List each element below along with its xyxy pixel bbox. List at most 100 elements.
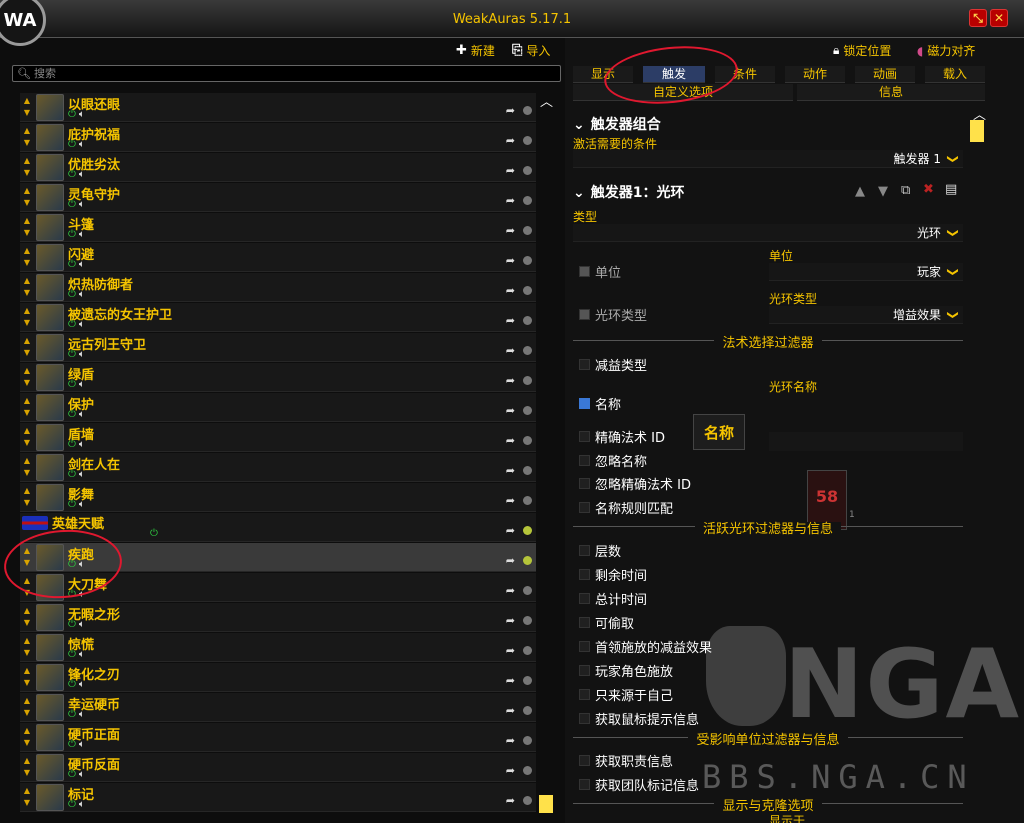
power-icon[interactable]: ⏻: [68, 799, 76, 810]
share-icon[interactable]: ➦: [506, 524, 515, 537]
tab-information[interactable]: 信息: [797, 84, 985, 101]
sound-icon[interactable]: 🔈︎: [79, 559, 85, 570]
power-icon[interactable]: ⏻: [68, 709, 76, 720]
move-down-icon[interactable]: ▼: [878, 184, 888, 199]
search-input[interactable]: [33, 67, 534, 80]
affected-option-checkbox[interactable]: [579, 755, 590, 766]
reorder-arrows-icon[interactable]: ▲ ▼: [22, 95, 32, 119]
scroll-up-icon[interactable]: ︿: [540, 91, 553, 110]
reorder-arrows-icon[interactable]: ▲ ▼: [22, 125, 32, 149]
reorder-arrows-icon[interactable]: ▲ ▼: [22, 365, 32, 389]
activation-dropdown[interactable]: 触发器 1: [573, 150, 963, 168]
name-checkbox[interactable]: [579, 398, 590, 409]
aura-row[interactable]: ▲ ▼ 庇护祝福 ⏻ 🔈︎ ➦: [20, 123, 536, 152]
visibility-icon[interactable]: [523, 406, 532, 415]
aura-row[interactable]: ▲ ▼ 被遗忘的女王护卫 ⏻ 🔈︎ ➦: [20, 303, 536, 332]
share-icon[interactable]: ➦: [506, 464, 515, 477]
reorder-arrows-icon[interactable]: ▲ ▼: [22, 665, 32, 689]
active-filter-option-checkbox[interactable]: [579, 617, 590, 628]
aura-row[interactable]: ▲ ▼ 远古列王守卫 ⏻ 🔈︎ ➦: [20, 333, 536, 362]
visibility-icon[interactable]: [523, 766, 532, 775]
tab-trigger[interactable]: 触发: [643, 66, 705, 83]
aura-row[interactable]: ▲ ▼ 锋化之刃 ⏻ 🔈︎ ➦: [20, 663, 536, 692]
visibility-icon[interactable]: [523, 706, 532, 715]
reorder-arrows-icon[interactable]: ▲ ▼: [22, 785, 32, 809]
reorder-arrows-icon[interactable]: ▲ ▼: [22, 695, 32, 719]
duplicate-icon[interactable]: ⧉: [901, 183, 910, 198]
delete-icon[interactable]: ✖: [923, 182, 934, 197]
share-icon[interactable]: ➦: [506, 554, 515, 567]
power-icon[interactable]: ⏻: [68, 649, 76, 660]
sound-icon[interactable]: 🔈︎: [79, 409, 85, 420]
share-icon[interactable]: ➦: [506, 284, 515, 297]
resize-icon[interactable]: ⤡: [969, 9, 987, 27]
sound-icon[interactable]: 🔈︎: [79, 619, 85, 630]
aura-group-row[interactable]: 英雄天赋 ⏻ ➦: [20, 513, 536, 542]
share-icon[interactable]: ➦: [506, 584, 515, 597]
power-icon[interactable]: ⏻: [68, 769, 76, 780]
visibility-icon[interactable]: [523, 556, 532, 565]
aura-row[interactable]: ▲ ▼ 闪避 ⏻ 🔈︎ ➦: [20, 243, 536, 272]
aura-row[interactable]: ▲ ▼ 硬币正面 ⏻ 🔈︎ ➦: [20, 723, 536, 752]
exact-spell-id-checkbox[interactable]: [579, 431, 590, 442]
aura-row[interactable]: ▲ ▼ 无暇之形 ⏻ 🔈︎ ➦: [20, 603, 536, 632]
reorder-arrows-icon[interactable]: ▲ ▼: [22, 755, 32, 779]
aura-row[interactable]: ▲ ▼ 标记 ⏻ 🔈︎ ➦: [20, 783, 536, 812]
sound-icon[interactable]: 🔈︎: [79, 589, 85, 600]
options-scrollbar-thumb[interactable]: [970, 120, 984, 142]
title-bar[interactable]: WA WeakAuras 5.17.1 ⤡ ✕: [0, 0, 1024, 46]
reorder-arrows-icon[interactable]: ▲ ▼: [22, 485, 32, 509]
share-icon[interactable]: ➦: [506, 734, 515, 747]
trigger1-header[interactable]: ⌄ 触发器1：光环: [573, 182, 684, 202]
aura-name-input[interactable]: [769, 432, 963, 451]
sound-icon[interactable]: 🔈︎: [79, 649, 85, 660]
power-icon[interactable]: ⏻: [68, 199, 76, 210]
power-icon[interactable]: ⏻: [150, 528, 158, 539]
aura-row[interactable]: ▲ ▼ 优胜劣汰 ⏻ 🔈︎ ➦: [20, 153, 536, 182]
share-icon[interactable]: ➦: [506, 254, 515, 267]
share-icon[interactable]: ➦: [506, 644, 515, 657]
visibility-icon[interactable]: [523, 136, 532, 145]
share-icon[interactable]: ➦: [506, 674, 515, 687]
reorder-arrows-icon[interactable]: ▲ ▼: [22, 635, 32, 659]
reorder-arrows-icon[interactable]: ▲ ▼: [22, 305, 32, 329]
share-icon[interactable]: ➦: [506, 794, 515, 807]
sound-icon[interactable]: 🔈︎: [79, 439, 85, 450]
tab-conditions[interactable]: 条件: [715, 66, 775, 83]
visibility-icon[interactable]: [523, 646, 532, 655]
list-scrollbar-thumb[interactable]: [539, 795, 553, 813]
import-button[interactable]: ⎘ 导入: [512, 42, 550, 59]
reorder-arrows-icon[interactable]: ▲ ▼: [22, 275, 32, 299]
power-icon[interactable]: ⏻: [68, 259, 76, 270]
sound-icon[interactable]: 🔈︎: [79, 229, 85, 240]
sound-icon[interactable]: 🔈︎: [79, 289, 85, 300]
active-filter-option-checkbox[interactable]: [579, 569, 590, 580]
power-icon[interactable]: ⏻: [68, 469, 76, 480]
power-icon[interactable]: ⏻: [68, 319, 76, 330]
lock-position-button[interactable]: 🔒︎ 锁定位置: [833, 42, 891, 59]
reorder-arrows-icon[interactable]: ▲ ▼: [22, 605, 32, 629]
visibility-icon[interactable]: [523, 586, 532, 595]
sound-icon[interactable]: 🔈︎: [79, 109, 85, 120]
share-icon[interactable]: ➦: [506, 134, 515, 147]
reorder-arrows-icon[interactable]: ▲ ▼: [22, 425, 32, 449]
tab-load[interactable]: 载入: [925, 66, 985, 83]
visibility-icon[interactable]: [523, 616, 532, 625]
new-aura-button[interactable]: ✚ 新建: [456, 42, 495, 59]
reorder-arrows-icon[interactable]: ▲ ▼: [22, 725, 32, 749]
aura-row[interactable]: ▲ ▼ 灵龟守护 ⏻ 🔈︎ ➦: [20, 183, 536, 212]
ignore-exact-id-checkbox[interactable]: [579, 478, 590, 489]
share-icon[interactable]: ➦: [506, 374, 515, 387]
power-icon[interactable]: ⏻: [68, 589, 76, 600]
visibility-icon[interactable]: [523, 496, 532, 505]
share-icon[interactable]: ➦: [506, 704, 515, 717]
aura-row[interactable]: ▲ ▼ 幸运硬币 ⏻ 🔈︎ ➦: [20, 693, 536, 722]
aura-row[interactable]: ▲ ▼ 硬币反面 ⏻ 🔈︎ ➦: [20, 753, 536, 782]
visibility-icon[interactable]: [523, 736, 532, 745]
visibility-icon[interactable]: [523, 466, 532, 475]
visibility-icon[interactable]: [523, 256, 532, 265]
sound-icon[interactable]: 🔈︎: [79, 469, 85, 480]
visibility-icon[interactable]: [523, 436, 532, 445]
active-filter-option-checkbox[interactable]: [579, 689, 590, 700]
power-icon[interactable]: ⏻: [68, 409, 76, 420]
